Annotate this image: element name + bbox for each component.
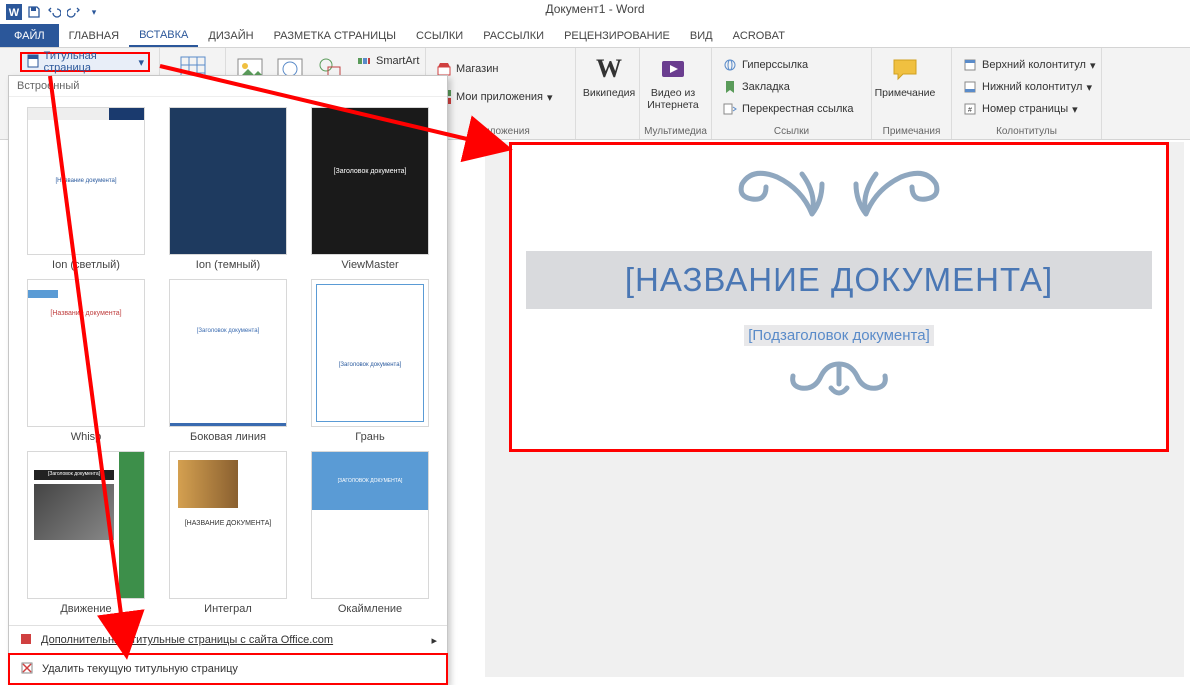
flourish-bottom-icon	[779, 358, 899, 406]
undo-icon[interactable]	[44, 2, 64, 22]
tab-insert[interactable]: ВСТАВКА	[129, 24, 198, 47]
wikipedia-button[interactable]: WВикипедия	[582, 51, 636, 101]
document-area: [НАЗВАНИЕ ДОКУМЕНТА] [Подзаголовок докум…	[485, 142, 1184, 677]
ornament-top	[518, 159, 1160, 221]
gallery-item[interactable]: [ЗАГОЛОВОК ДОКУМЕНТА] Окаймление	[303, 451, 437, 615]
myapps-button[interactable]: Мои приложения ▾	[432, 87, 557, 107]
store-button[interactable]: Магазин	[432, 59, 557, 79]
tab-layout[interactable]: РАЗМЕТКА СТРАНИЦЫ	[264, 24, 406, 47]
window-title: Документ1 - Word	[395, 2, 795, 16]
remove-cover-page[interactable]: Удалить текущую титульную страницу	[8, 653, 448, 685]
pagenum-button[interactable]: #Номер страницы ▾	[958, 99, 1099, 119]
redo-icon[interactable]	[64, 2, 84, 22]
bookmark-button[interactable]: Закладка	[718, 77, 858, 97]
gallery-item[interactable]: [Заголовок документа] Грань	[303, 279, 437, 443]
tab-file[interactable]: ФАЙЛ	[0, 24, 59, 47]
notes-group-label: Примечания	[872, 126, 951, 137]
more-covers-office[interactable]: Дополнительные титульные страницы с сайт…	[9, 626, 447, 654]
gallery-item[interactable]: [Название документа] Ion (темный)	[161, 107, 295, 271]
svg-text:W: W	[9, 7, 20, 19]
tab-view[interactable]: ВИД	[680, 24, 723, 47]
ornament-bottom	[518, 358, 1160, 406]
qat-dropdown-icon[interactable]: ▾	[84, 2, 104, 22]
gallery-item[interactable]: [Заголовок документа] Боковая линия	[161, 279, 295, 443]
apps-group-label: Приложения	[426, 126, 575, 137]
ribbon-tabs: ФАЙЛ ГЛАВНАЯ ВСТАВКА ДИЗАЙН РАЗМЕТКА СТР…	[0, 24, 1190, 48]
doc-title-placeholder[interactable]: [НАЗВАНИЕ ДОКУМЕНТА]	[526, 251, 1152, 309]
hf-group-label: Колонтитулы	[952, 126, 1101, 137]
tab-mailings[interactable]: РАССЫЛКИ	[473, 24, 554, 47]
multimedia-group-label: Мультимедиа	[640, 126, 711, 137]
cover-page-button[interactable]: Титульная страница▾	[20, 52, 150, 72]
gallery-item[interactable]: [НАЗВАНИЕ ДОКУМЕНТА] Интеграл	[161, 451, 295, 615]
word-icon: W	[4, 2, 24, 22]
tab-acrobat[interactable]: ACROBAT	[723, 24, 795, 47]
tab-review[interactable]: РЕЦЕНЗИРОВАНИЕ	[554, 24, 680, 47]
hyperlink-button[interactable]: Гиперссылка	[718, 55, 858, 75]
svg-text:#: #	[968, 107, 972, 114]
gallery-section-label: Встроенный	[9, 76, 447, 97]
tab-home[interactable]: ГЛАВНАЯ	[59, 24, 129, 47]
footer-button[interactable]: Нижний колонтитул ▾	[958, 77, 1099, 97]
cover-page-icon	[26, 54, 41, 70]
flourish-left-icon	[732, 159, 832, 221]
save-icon[interactable]	[24, 2, 44, 22]
header-button[interactable]: Верхний колонтитул ▾	[958, 55, 1099, 75]
remove-icon	[20, 661, 36, 677]
crossref-button[interactable]: Перекрестная ссылка	[718, 99, 858, 119]
gallery-item[interactable]: [Название документа] Whisp	[19, 279, 153, 443]
gallery-item[interactable]: [Заголовок документа] Движение	[19, 451, 153, 615]
tab-references[interactable]: ССЫЛКИ	[406, 24, 473, 47]
office-icon	[19, 632, 35, 648]
cover-page-preview: [НАЗВАНИЕ ДОКУМЕНТА] [Подзаголовок докум…	[509, 142, 1169, 452]
flourish-right-icon	[846, 159, 946, 221]
gallery-item[interactable]: [Заголовок документа] ViewMaster	[303, 107, 437, 271]
cover-page-gallery: Встроенный [Название документа] Ion (све…	[8, 75, 448, 685]
comment-button[interactable]: Примечание	[878, 51, 932, 101]
gallery-item[interactable]: [Название документа] Ion (светлый)	[19, 107, 153, 271]
doc-subtitle-placeholder[interactable]: [Подзаголовок документа]	[518, 327, 1160, 344]
links-group-label: Ссылки	[712, 126, 871, 137]
smartart-button[interactable]: SmartArt	[352, 51, 430, 71]
tab-design[interactable]: ДИЗАЙН	[198, 24, 263, 47]
online-video-button[interactable]: Видео из Интернета	[646, 51, 700, 113]
